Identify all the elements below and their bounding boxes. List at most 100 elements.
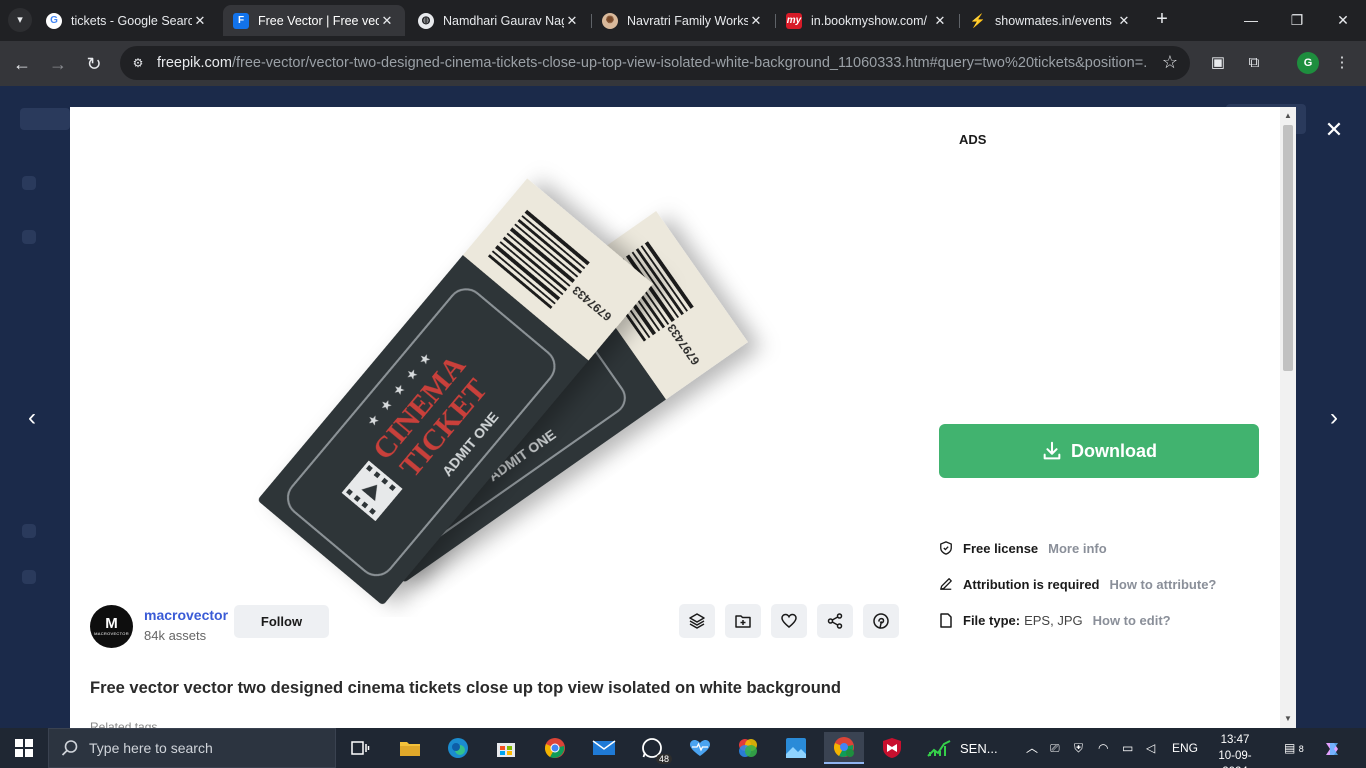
health-app[interactable] (680, 732, 720, 764)
attribution-label: Attribution is required (963, 576, 1100, 592)
how-to-attribute-link[interactable]: How to attribute? (1110, 577, 1217, 592)
back-button[interactable]: ← (8, 50, 36, 78)
url-text[interactable]: freepik.com/free-vector/vector-two-desig… (157, 55, 1147, 71)
battery-icon[interactable]: ▭ (1122, 728, 1133, 768)
microsoft-store-app[interactable] (486, 732, 526, 764)
tab-strip: ▾ G tickets - Google Search ✕ F Free Vec… (0, 0, 1366, 41)
security-icon[interactable]: ⛨ (1074, 728, 1083, 768)
tab-bookmyshow[interactable]: my in.bookmyshow.com/ ✕ (776, 5, 958, 36)
volume-icon[interactable]: ◁ (1146, 728, 1155, 768)
close-window-button[interactable]: ✕ (1320, 0, 1366, 40)
tab-google-search[interactable]: G tickets - Google Search ✕ (36, 5, 218, 36)
close-tab-icon[interactable]: ✕ (1116, 13, 1132, 29)
more-info-link[interactable]: More info (1048, 541, 1107, 556)
wifi-icon[interactable]: ◠ (1098, 728, 1108, 768)
browser-toolbar: ← → ↻ ⚙ freepik.com/free-vector/vector-t… (0, 41, 1366, 86)
whatsapp-app[interactable]: 48 (632, 732, 672, 764)
scroll-up-arrow[interactable]: ▲ (1283, 111, 1293, 121)
task-view-button[interactable] (340, 732, 380, 764)
bookmark-star-icon[interactable]: ☆ (1162, 52, 1178, 73)
scrollbar-thumb[interactable] (1283, 125, 1293, 371)
tab-showmates[interactable]: ⚡ showmates.in/events ✕ (960, 5, 1142, 36)
close-tab-icon[interactable]: ✕ (192, 13, 208, 29)
forward-button[interactable]: → (44, 50, 72, 78)
restore-button[interactable]: ❐ (1274, 0, 1320, 40)
mandala-icon: ✺ (602, 12, 618, 29)
download-button[interactable]: Download (939, 424, 1259, 478)
download-icon (1043, 441, 1061, 460)
image-icon (786, 738, 806, 758)
meet-now-icon[interactable]: ⎚ (1050, 728, 1060, 768)
file-icon (938, 612, 954, 628)
tab-search-button[interactable]: ▾ (8, 8, 32, 32)
file-explorer-app[interactable] (390, 732, 430, 764)
task-view-icon (351, 741, 370, 755)
modal-scrollbar[interactable]: ▲ ▼ (1280, 107, 1296, 728)
tab-freepik[interactable]: F Free Vector | Free vector vector two ✕ (223, 5, 405, 36)
license-label: Free license (963, 540, 1039, 556)
sensex-widget[interactable]: SEN... (926, 732, 1006, 764)
taskbar-search-placeholder: Type here to search (89, 740, 213, 756)
profile-avatar[interactable]: G (1297, 52, 1319, 74)
pinterest-button[interactable] (863, 604, 899, 638)
start-button[interactable] (0, 728, 48, 768)
search-icon (61, 740, 78, 756)
tab-search-icon[interactable]: ▣ (1207, 52, 1229, 74)
scroll-down-arrow[interactable]: ▼ (1283, 714, 1293, 724)
language-indicator[interactable]: ENG (1172, 728, 1198, 768)
backdrop-item (22, 230, 36, 244)
chrome-icon (545, 738, 565, 758)
folder-plus-icon (735, 615, 751, 628)
extensions-icon[interactable]: ⧉ (1243, 52, 1265, 74)
tab-navratri[interactable]: ✺ Navratri Family Workshop ✕ (592, 5, 774, 36)
chrome-app[interactable] (535, 732, 575, 764)
backdrop-item (22, 524, 36, 538)
author-name-link[interactable]: macrovector (144, 607, 228, 623)
close-tab-icon[interactable]: ✕ (379, 13, 395, 29)
backdrop-logo (20, 108, 70, 130)
tray-overflow-icon[interactable]: ︿ (1026, 728, 1038, 768)
notifications-button[interactable]: ▤ 8 (1284, 728, 1304, 768)
heart-icon (781, 613, 797, 628)
new-tab-button[interactable]: + (1150, 8, 1174, 32)
tab-title: showmates.in/events (995, 13, 1112, 28)
url-path: /free-vector/vector-two-designed-cinema-… (231, 55, 1147, 71)
avatar-logo-letter: M (105, 615, 118, 632)
mcafee-app[interactable] (872, 732, 912, 764)
sensex-label: SEN... (960, 740, 998, 756)
menu-kebab-icon[interactable]: ⋮ (1331, 52, 1353, 74)
filetype-value: EPS, JPG (1024, 612, 1083, 628)
close-tab-icon[interactable]: ✕ (564, 13, 580, 29)
add-to-folder-button[interactable] (725, 604, 761, 638)
filetype-row: File type: EPS, JPG How to edit? (938, 612, 1171, 628)
system-clock[interactable]: 13:47 10-09-2024 (1208, 732, 1262, 768)
photos-app[interactable] (728, 732, 768, 764)
collections-button[interactable] (679, 604, 715, 638)
address-bar[interactable]: ⚙ freepik.com/free-vector/vector-two-des… (120, 46, 1190, 80)
freepik-icon: F (233, 12, 249, 29)
tab-namdhari[interactable]: ◍ Namdhari Gaurav Nagar ✕ (408, 5, 590, 36)
taskbar-search-box[interactable]: Type here to search (48, 728, 336, 768)
previous-asset-arrow[interactable]: ‹ (14, 400, 50, 436)
follow-button[interactable]: Follow (234, 605, 329, 638)
google-icon: G (46, 12, 62, 29)
copilot-icon[interactable] (1322, 728, 1342, 768)
share-button[interactable] (817, 604, 853, 638)
edge-icon (448, 738, 468, 758)
url-host: freepik.com (157, 55, 232, 71)
close-tab-icon[interactable]: ✕ (748, 13, 764, 29)
reload-button[interactable]: ↻ (80, 50, 108, 78)
close-tab-icon[interactable]: ✕ (932, 13, 948, 29)
like-button[interactable] (771, 604, 807, 638)
how-to-edit-link[interactable]: How to edit? (1093, 613, 1171, 628)
minimize-button[interactable]: — (1228, 0, 1274, 40)
windows-taskbar: Type here to search 48 SEN... ︿ ⎚ ⛨ ◠ ▭ … (0, 728, 1366, 768)
chrome-profile-app[interactable] (824, 732, 864, 764)
edge-app[interactable] (438, 732, 478, 764)
photo-viewer-app[interactable] (776, 732, 816, 764)
close-modal-icon[interactable]: ✕ (1320, 116, 1348, 144)
author-avatar[interactable]: M MACROVECTOR (90, 605, 133, 648)
site-settings-icon[interactable]: ⚙ (130, 55, 146, 71)
next-asset-arrow[interactable]: › (1316, 400, 1352, 436)
mail-app[interactable] (584, 732, 624, 764)
